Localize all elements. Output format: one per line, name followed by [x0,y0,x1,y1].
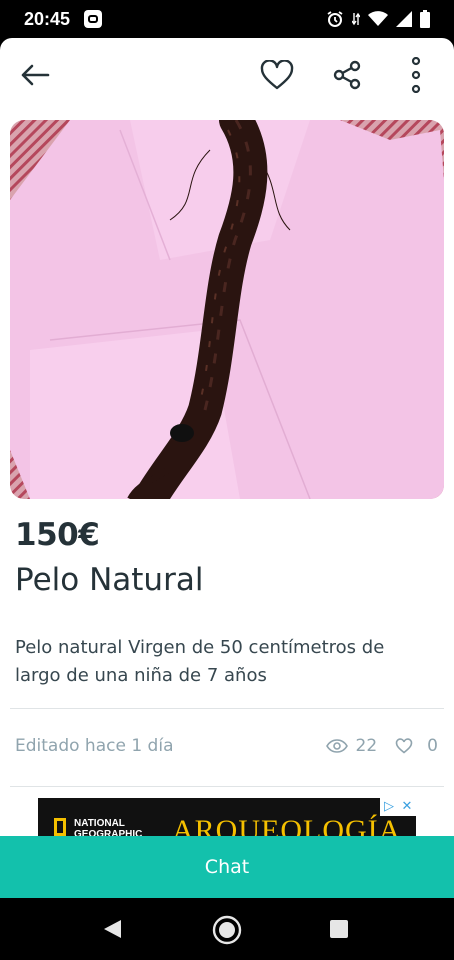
ad-close-icon[interactable]: ✕ [398,798,416,816]
ad-headline: ARQUEOLOGÍA [172,814,402,838]
ad-brand: NATIONAL GEOGRAPHIC [74,818,143,838]
item-detail-page: 150€ Pelo Natural Pelo natural Virgen de… [0,38,454,960]
national-geographic-logo [54,818,66,836]
system-nav-bar [0,898,454,960]
wifi-icon [368,11,388,26]
likes-count: 0 [427,736,438,756]
item-stats: 22 0 [325,736,438,756]
item-title: Pelo Natural [15,562,204,598]
chat-button[interactable]: Chat [0,836,454,898]
app-notification-icon [84,10,102,28]
nav-recents-icon[interactable] [330,920,348,938]
edited-timestamp: Editado hace 1 día [15,736,174,756]
alarm-icon [327,11,343,27]
status-bar: 20:45 [0,0,454,38]
nav-back-icon[interactable] [101,918,123,940]
heart-outline-icon [395,738,413,754]
arrow-left-icon [21,64,50,86]
heart-icon [260,60,294,90]
more-options-button[interactable] [396,54,436,96]
more-vertical-icon [411,57,421,93]
views-count: 22 [355,736,378,756]
favorite-button[interactable] [256,54,298,96]
braided-hair-image [10,120,444,499]
back-button[interactable] [14,54,56,96]
app-bar [0,38,454,110]
nav-home-icon[interactable] [212,915,242,945]
status-time: 20:45 [24,9,71,29]
ad-banner[interactable]: NATIONAL GEOGRAPHIC ARQUEOLOGÍA ▷ ✕ [38,798,416,838]
status-icons [326,9,430,29]
battery-icon [420,10,430,28]
data-transfer-icon [352,12,360,26]
item-description: Pelo natural Virgen de 50 centímetros de… [15,637,385,686]
ad-choices[interactable]: ▷ ✕ [380,798,416,816]
ad-choices-icon[interactable]: ▷ [380,798,398,816]
share-icon [333,60,361,90]
divider [10,708,444,709]
share-button[interactable] [326,54,368,96]
product-photo[interactable] [10,120,444,499]
eye-icon [325,739,348,753]
divider [10,786,444,787]
signal-icon [396,11,412,27]
item-price: 150€ [15,517,100,553]
